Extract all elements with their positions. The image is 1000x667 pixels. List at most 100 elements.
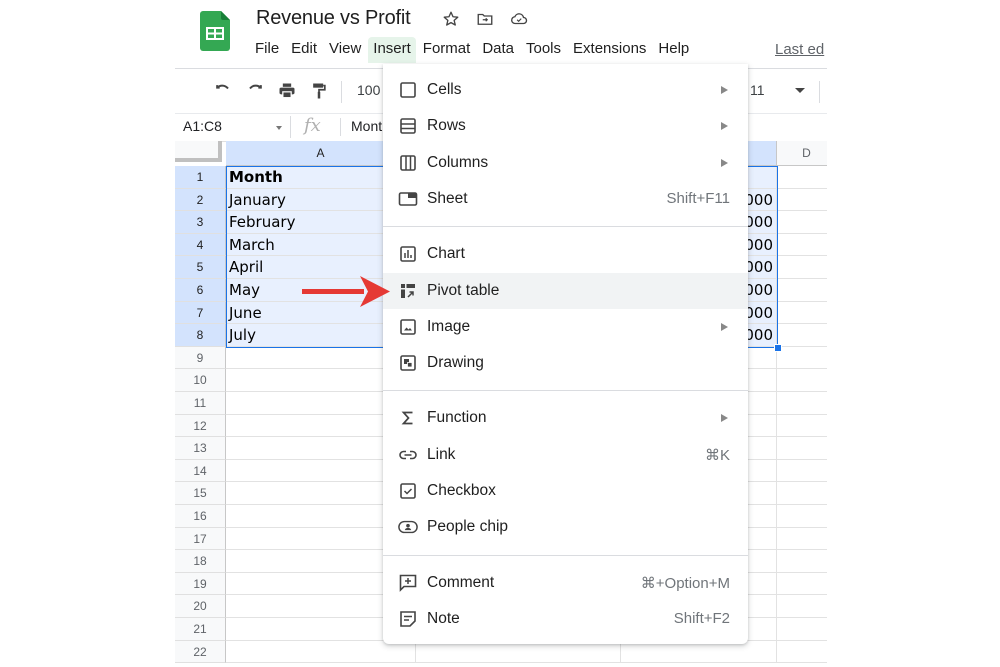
row-header[interactable]: 11 [175, 392, 226, 415]
row-header[interactable]: 13 [175, 437, 226, 460]
cell-d19[interactable] [777, 573, 827, 596]
row-header[interactable]: 4 [175, 233, 226, 257]
submenu-arrow-icon [721, 414, 728, 423]
cloud-saved-icon[interactable] [509, 9, 529, 29]
menu-item-columns[interactable]: Columns [383, 145, 748, 181]
menu-help[interactable]: Help [653, 37, 694, 63]
cell-d5[interactable] [777, 256, 827, 279]
menu-item-pivot-table[interactable]: Pivot table [383, 272, 748, 309]
menu-item-drawing[interactable]: Drawing [383, 345, 748, 381]
menu-item-cells[interactable]: Cells [383, 72, 748, 108]
row-header[interactable]: 6 [175, 279, 226, 302]
row-header[interactable]: 5 [175, 256, 226, 279]
cell-d14[interactable] [777, 460, 827, 483]
note-icon [398, 609, 418, 629]
cell-d7[interactable] [777, 302, 827, 325]
undo-icon[interactable] [213, 81, 233, 101]
cell-d8[interactable] [777, 324, 827, 347]
print-icon[interactable] [277, 81, 297, 101]
cell-d21[interactable] [777, 618, 827, 641]
cell-d13[interactable] [777, 437, 827, 460]
row-header[interactable]: 19 [175, 572, 226, 596]
sheets-logo-icon[interactable] [200, 11, 230, 51]
row-header[interactable]: 22 [175, 640, 226, 664]
row-header[interactable]: 18 [175, 550, 226, 573]
fill-handle[interactable] [774, 343, 782, 352]
comment-add-icon [398, 573, 418, 593]
cell-d16[interactable] [777, 505, 827, 528]
fx-icon: fx [304, 115, 321, 136]
row-header[interactable]: 10 [175, 369, 226, 392]
cell-d15[interactable] [777, 482, 827, 505]
menu-item-link[interactable]: Link ⌘K [383, 437, 748, 473]
menu-item-checkbox[interactable]: Checkbox [383, 473, 748, 509]
cell-d3[interactable] [777, 211, 827, 234]
last-edit-link[interactable]: Last ed [775, 41, 824, 58]
menu-insert[interactable]: Insert [368, 37, 416, 63]
menu-item-people-chip[interactable]: People chip [383, 509, 748, 545]
menu-item-image[interactable]: Image [383, 309, 748, 345]
cell-d1[interactable] [777, 166, 827, 189]
redo-icon[interactable] [245, 81, 265, 101]
name-box-dropdown-icon[interactable] [276, 126, 282, 130]
move-to-folder-icon[interactable] [475, 9, 495, 29]
cell-d20[interactable] [777, 595, 827, 618]
menu-item-label: Function [427, 409, 487, 427]
row-header[interactable]: 9 [175, 346, 226, 370]
menu-item-note[interactable]: Note Shift+F2 [383, 601, 748, 637]
cell-d2[interactable] [777, 189, 827, 212]
menu-item-chart[interactable]: Chart [383, 236, 748, 272]
row-header[interactable]: 1 [175, 166, 226, 189]
cell-d10[interactable] [777, 369, 827, 392]
submenu-arrow-icon [721, 322, 728, 331]
menu-item-function[interactable]: Function [383, 400, 748, 436]
row-header[interactable]: 7 [175, 301, 226, 325]
columns-icon [398, 153, 418, 173]
chart-icon [398, 244, 418, 264]
menu-data[interactable]: Data [477, 37, 519, 63]
cell-d11[interactable] [777, 392, 827, 415]
menu-item-shortcut: Shift+F11 [666, 190, 730, 208]
cell-d22[interactable] [777, 641, 827, 664]
image-icon [398, 317, 418, 337]
formula-input[interactable]: Mont [351, 118, 382, 134]
name-box[interactable]: A1:C8 [183, 118, 222, 134]
zoom-select[interactable]: 100 [357, 82, 380, 98]
menu-item-label: Drawing [427, 354, 484, 372]
menu-file[interactable]: File [250, 37, 284, 63]
column-header-d[interactable]: D [777, 141, 827, 166]
document-title[interactable]: Revenue vs Profit [256, 7, 411, 30]
submenu-arrow-icon [721, 158, 728, 167]
row-header[interactable]: 15 [175, 482, 226, 505]
row-header[interactable]: 8 [175, 324, 226, 347]
cell-d6[interactable] [777, 279, 827, 302]
menu-item-label: Columns [427, 153, 489, 171]
cell-d17[interactable] [777, 528, 827, 551]
menu-extensions[interactable]: Extensions [568, 37, 651, 63]
cell-d18[interactable] [777, 550, 827, 573]
cell-d4[interactable] [777, 234, 827, 257]
cell-d12[interactable] [777, 415, 827, 438]
menu-tools[interactable]: Tools [521, 37, 566, 63]
row-header[interactable]: 21 [175, 618, 226, 641]
menu-format[interactable]: Format [418, 37, 476, 63]
cell-d9[interactable] [777, 347, 827, 370]
font-size-input[interactable]: 11 [750, 82, 765, 98]
menu-view[interactable]: View [324, 37, 366, 63]
paint-format-icon[interactable] [309, 81, 329, 101]
row-header[interactable]: 14 [175, 459, 226, 483]
row-header[interactable]: 16 [175, 505, 226, 528]
row-header[interactable]: 2 [175, 188, 226, 212]
menu-edit[interactable]: Edit [286, 37, 322, 63]
row-header[interactable]: 20 [175, 595, 226, 618]
select-all-corner[interactable] [175, 141, 222, 162]
star-icon[interactable] [441, 9, 461, 29]
menu-item-rows[interactable]: Rows [383, 108, 748, 144]
row-header[interactable]: 17 [175, 527, 226, 551]
menu-item-sheet[interactable]: Sheet Shift+F11 [383, 181, 748, 217]
menu-item-comment[interactable]: Comment ⌘+Option+M [383, 565, 748, 601]
row-header[interactable]: 3 [175, 211, 226, 234]
menu-item-label: People chip [427, 518, 509, 536]
row-header[interactable]: 12 [175, 414, 226, 438]
font-size-dropdown-icon[interactable] [795, 88, 805, 93]
